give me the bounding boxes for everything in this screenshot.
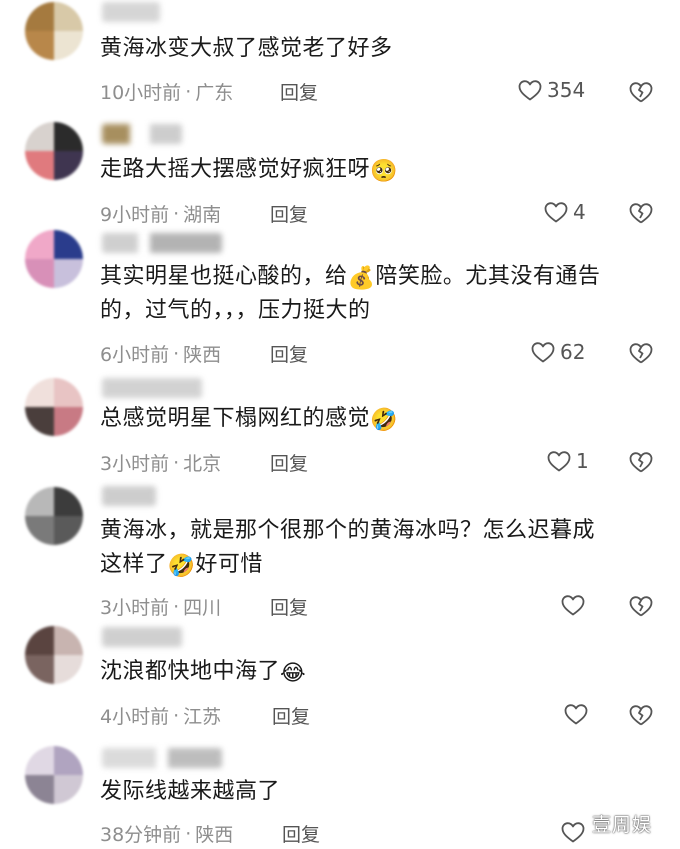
avatar[interactable]	[25, 122, 83, 180]
comment-meta: 3小时前 · 四川	[100, 593, 221, 620]
like-count: 4	[573, 200, 586, 224]
comment-time: 38分钟前	[100, 824, 182, 846]
comment-text-line2: 的，过气的，，，压力挺大的	[100, 298, 371, 323]
comment-region: 四川	[183, 597, 222, 619]
username-blurred[interactable]	[102, 627, 182, 647]
like-button[interactable]: 354	[517, 78, 585, 102]
reply-button[interactable]: 回复	[280, 78, 318, 105]
comment-text: 走路大摇大摆感觉好疯狂呀🥺	[100, 153, 660, 187]
comment-region: 广东	[195, 82, 234, 104]
username-blurred[interactable]	[102, 124, 182, 144]
meta-separator: ·	[173, 704, 180, 727]
emoji-joy: 😂	[280, 661, 307, 686]
comment-region: 湖南	[183, 204, 222, 226]
comment-text-part: 好可惜	[195, 552, 263, 577]
reply-button[interactable]: 回复	[270, 449, 308, 476]
comment-time: 3小时前	[100, 597, 170, 619]
comment-meta: 38分钟前 · 陕西	[100, 820, 233, 847]
comment-text: 发际线越来越高了	[100, 775, 660, 809]
heart-outline-icon	[561, 595, 585, 616]
comment-region: 陕西	[183, 344, 222, 366]
broken-heart-icon[interactable]	[628, 703, 654, 727]
comment-text-content: 走路大摇大摆感觉好疯狂呀	[100, 157, 371, 182]
like-button[interactable]: 1	[546, 449, 589, 473]
broken-heart-icon[interactable]	[628, 80, 654, 104]
comment-meta: 4小时前 · 江苏	[100, 702, 221, 729]
like-button[interactable]: 62	[530, 340, 585, 364]
username-blurred[interactable]	[102, 748, 222, 768]
emoji-rofl: 🤣	[167, 554, 196, 579]
avatar[interactable]	[25, 746, 83, 804]
comment-text-content: 沈浪都快地中海了	[100, 659, 281, 684]
comment-text-content: 发际线越来越高了	[100, 779, 281, 804]
comment-text-part: 其实明星也挺心酸的，给	[100, 264, 348, 289]
meta-separator: ·	[185, 80, 192, 103]
comment-region: 江苏	[183, 706, 222, 728]
broken-heart-icon[interactable]	[628, 450, 654, 474]
comment-meta: 10小时前 · 广东	[100, 78, 233, 105]
like-button[interactable]: 4	[543, 200, 586, 224]
heart-outline-icon	[561, 822, 585, 843]
broken-heart-icon[interactable]	[628, 201, 654, 225]
avatar[interactable]	[25, 230, 83, 288]
comment-time: 6小时前	[100, 344, 170, 366]
like-button[interactable]	[560, 820, 590, 844]
heart-outline-icon	[564, 704, 588, 725]
comment-text-part: 这样了	[100, 552, 168, 577]
meta-separator: ·	[173, 595, 180, 618]
comment-text: 黄海冰变大叔了感觉老了好多	[100, 32, 660, 66]
avatar[interactable]	[25, 626, 83, 684]
comment-text-content: 黄海冰变大叔了感觉老了好多	[100, 36, 393, 61]
comment-text: 沈浪都快地中海了😂	[100, 655, 660, 689]
comment-meta: 9小时前 · 湖南	[100, 200, 221, 227]
reply-button[interactable]: 回复	[272, 702, 310, 729]
comment-meta: 6小时前 · 陕西	[100, 340, 221, 367]
emoji-rofl: 🤣	[370, 408, 398, 433]
heart-outline-icon	[544, 202, 568, 223]
emoji-money-bag: 💰	[347, 266, 376, 291]
comment-time: 9小时前	[100, 204, 170, 226]
username-blurred[interactable]	[102, 2, 160, 22]
comment-text: 其实明星也挺心酸的，给💰陪笑脸。尤其没有通告 的，过气的，，，压力挺大的	[100, 260, 660, 328]
avatar[interactable]	[25, 2, 83, 60]
heart-outline-icon	[518, 80, 542, 101]
broken-heart-icon[interactable]	[628, 341, 654, 365]
meta-separator: ·	[185, 822, 192, 845]
like-button[interactable]	[563, 702, 593, 726]
username-blurred[interactable]	[102, 378, 202, 398]
like-count: 62	[560, 340, 586, 364]
comment-time: 3小时前	[100, 453, 170, 475]
comment-region: 北京	[183, 453, 222, 475]
heart-outline-icon	[547, 451, 571, 472]
heart-outline-icon	[531, 342, 555, 363]
reply-button[interactable]: 回复	[270, 200, 308, 227]
watermark-text: 壹周娱	[592, 814, 653, 836]
meta-separator: ·	[173, 451, 180, 474]
username-blurred[interactable]	[102, 233, 222, 253]
reply-button[interactable]: 回复	[282, 820, 320, 847]
meta-separator: ·	[173, 342, 180, 365]
avatar[interactable]	[25, 487, 83, 545]
broken-heart-icon[interactable]	[628, 594, 654, 618]
comment-text-line1: 黄海冰，就是那个很那个的黄海冰吗？怎么迟暮成	[100, 518, 596, 543]
emoji-pleading: 🥺	[370, 159, 398, 184]
username-blurred[interactable]	[102, 486, 156, 506]
like-count: 1	[576, 449, 589, 473]
reply-button[interactable]: 回复	[270, 340, 308, 367]
comment-region: 陕西	[195, 824, 234, 846]
avatar[interactable]	[25, 378, 83, 436]
meta-separator: ·	[173, 202, 180, 225]
comment-meta: 3小时前 · 北京	[100, 449, 221, 476]
comment-text-content: 总感觉明星下榻网红的感觉	[100, 406, 371, 431]
comment-text: 黄海冰，就是那个很那个的黄海冰吗？怎么迟暮成 这样了🤣好可惜	[100, 514, 660, 582]
comment-time: 4小时前	[100, 706, 170, 728]
comment-text: 总感觉明星下榻网红的感觉🤣	[100, 402, 660, 436]
comment-text-part: 陪笑脸。尤其没有通告	[375, 264, 601, 289]
comment-time: 10小时前	[100, 82, 182, 104]
reply-button[interactable]: 回复	[270, 593, 308, 620]
like-button[interactable]	[560, 593, 590, 617]
like-count: 354	[547, 78, 586, 102]
